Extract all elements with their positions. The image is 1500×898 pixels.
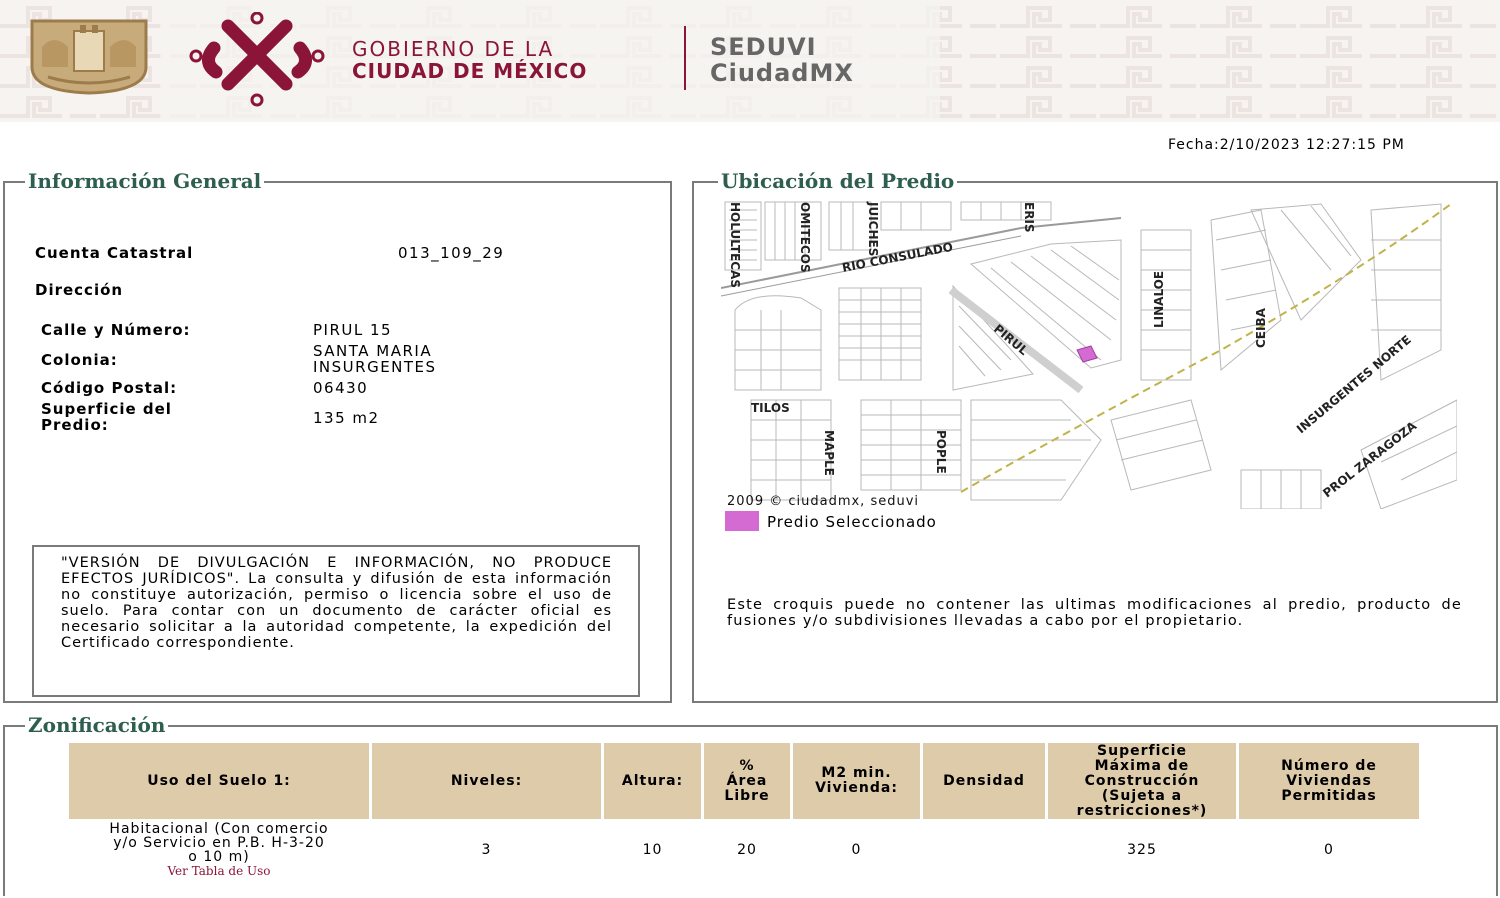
map-label-ceiba: CEIBA (1254, 307, 1268, 348)
superficie-value: 135 m2 (313, 409, 380, 427)
zonificacion-title: Zonificación (25, 713, 169, 737)
map-label-linaloe: LINALOE (1152, 271, 1166, 328)
cell-area-libre: 20 (737, 842, 757, 858)
uso-line-3: o 10 m) (188, 849, 250, 865)
cell-uso-suelo: Habitacional (Con comercio y/o Servicio … (69, 819, 369, 881)
superficie-label-1: Superficie del (41, 400, 172, 418)
colonia-value-2: INSURGENTES (313, 358, 437, 376)
cell-numero-viviendas: 0 (1324, 842, 1334, 858)
col-niveles: Niveles: (372, 743, 601, 819)
col-area-libre-1: % (739, 757, 755, 774)
cuenta-catastral-value: 013_109_29 (398, 244, 505, 262)
ubicacion-title: Ubicación del Predio (718, 169, 958, 193)
map-label-holultecas: HOLULTECAS (728, 202, 742, 288)
col-area-libre-2: Área (726, 772, 768, 789)
col-superficie-3: Construcción (1084, 772, 1200, 789)
col-area-libre: % Área Libre (704, 743, 790, 819)
cell-m2-min: 0 (851, 842, 862, 858)
uso-line-1: Habitacional (Con comercio (109, 821, 329, 837)
header-divider (684, 26, 686, 90)
map-label-pople: POPLE (934, 430, 948, 474)
col-superficie-maxima: Superficie Máxima de Construcción (Sujet… (1048, 743, 1236, 819)
croquis-note: Este croquis puede no contener las ultim… (727, 597, 1462, 629)
table-row: Habitacional (Con comercio y/o Servicio … (69, 819, 1419, 881)
predio-legend-label: Predio Seleccionado (767, 513, 937, 531)
gobierno-line2: CIUDAD DE MÉXICO (352, 59, 588, 83)
cuenta-catastral-label: Cuenta Catastral (35, 244, 194, 262)
fecha-timestamp: Fecha:2/10/2023 12:27:15 PM (1168, 137, 1405, 153)
seduvi-line2: CiudadMX (710, 59, 854, 87)
col-m2-min-2: Vivienda: (815, 780, 898, 796)
page-header: GOBIERNO DE LA CIUDAD DE MÉXICO SEDUVI C… (0, 0, 1500, 122)
map-label-eris: ERIS (1022, 202, 1036, 233)
predio-legend-swatch (725, 511, 759, 531)
col-numero-3: Permitidas (1281, 787, 1377, 804)
cell-altura: 10 (642, 842, 663, 858)
calle-value: PIRUL 15 (313, 321, 393, 339)
superficie-label-2: Predio: (41, 416, 109, 434)
col-superficie-2: Máxima de (1094, 757, 1190, 774)
gobierno-wordmark: GOBIERNO DE LA CIUDAD DE MÉXICO (352, 38, 587, 82)
col-densidad: Densidad (923, 743, 1045, 819)
uso-line-2: y/o Servicio en P.B. H-3-20 (113, 835, 325, 851)
colonia-value-1: SANTA MARIA (313, 342, 433, 360)
ver-tabla-de-uso-link[interactable]: Ver Tabla de Uso (69, 864, 369, 878)
col-numero-1: Número de (1281, 757, 1377, 774)
seduvi-line1: SEDUVI (710, 33, 817, 61)
map-label-juiches: JUICHES (866, 201, 880, 256)
col-area-libre-3: Libre (724, 787, 770, 804)
coat-of-arms-icon (30, 19, 148, 95)
col-superficie-4: (Sujeta a (1101, 787, 1183, 804)
col-numero-2: Viviendas (1286, 772, 1372, 789)
col-m2-min-1: M2 min. (821, 765, 892, 781)
map-label-omitecos: OMITECOS (798, 202, 812, 273)
cell-niveles: 3 (481, 842, 492, 858)
zonificacion-header-row: Uso del Suelo 1: Niveles: Altura: % Área… (69, 743, 1419, 819)
map-label-tilos: TILOS (751, 401, 790, 415)
direccion-label: Dirección (35, 281, 124, 299)
col-superficie-1: Superficie (1097, 742, 1187, 759)
col-m2-min: M2 min. Vivienda: (793, 743, 920, 819)
col-numero-viviendas: Número de Viviendas Permitidas (1239, 743, 1419, 819)
calle-label: Calle y Número: (41, 321, 191, 339)
codigo-postal-value: 06430 (313, 379, 369, 397)
map-copyright: 2009 © ciudadmx, seduvi (727, 494, 919, 509)
col-uso-suelo: Uso del Suelo 1: (69, 743, 369, 819)
cell-superficie-maxima: 325 (1127, 842, 1157, 858)
informacion-general-title: Información General (25, 169, 265, 193)
seduvi-wordmark: SEDUVI CiudadMX (710, 34, 854, 86)
cdmx-logo-icon (189, 12, 325, 107)
map-label-maple: MAPLE (822, 430, 836, 476)
codigo-postal-label: Código Postal: (41, 379, 178, 397)
colonia-label: Colonia: (41, 351, 118, 369)
zonificacion-table: Uso del Suelo 1: Niveles: Altura: % Área… (66, 743, 1422, 881)
gobierno-line1: GOBIERNO DE LA (352, 37, 555, 61)
cell-densidad (923, 819, 1045, 881)
disclaimer-box: "VERSIÓN DE DIVULGACIÓN E INFORMACIÓN, N… (32, 545, 640, 697)
col-altura: Altura: (604, 743, 701, 819)
col-superficie-5: restricciones*) (1076, 802, 1208, 819)
predio-map[interactable]: HOLULTECAS OMITECOS JUICHES ERIS RIO CON… (721, 200, 1457, 509)
